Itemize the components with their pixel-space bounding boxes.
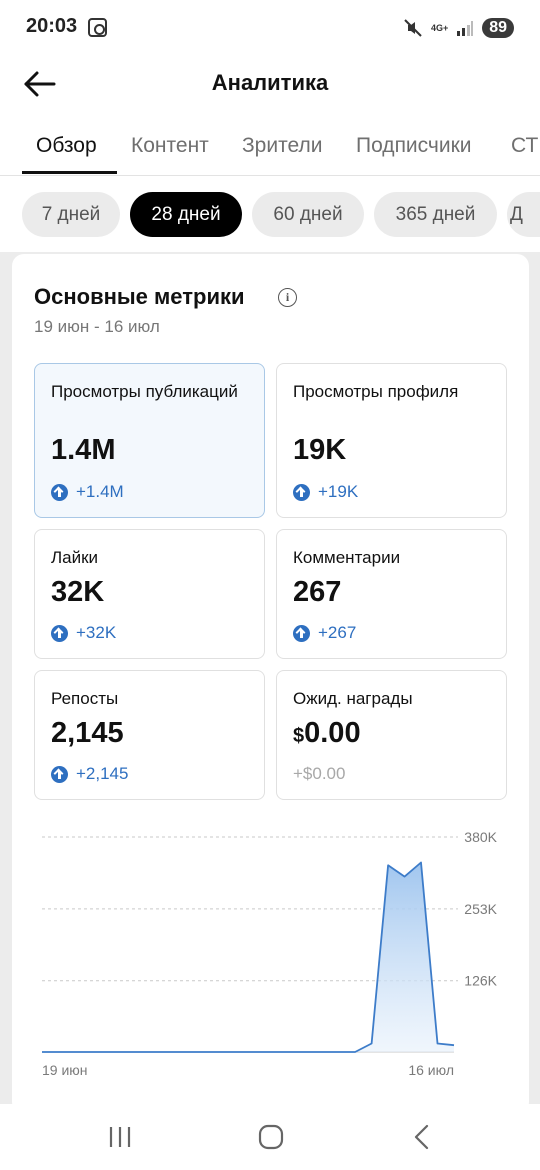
metric-value: 1.4M bbox=[51, 434, 116, 466]
tab-more[interactable]: СТ bbox=[511, 134, 538, 158]
battery-indicator: 89 bbox=[482, 18, 514, 38]
y-tick-label: 253K bbox=[464, 901, 497, 917]
metric-profile-views[interactable]: Просмотры профиля 19K +19K bbox=[276, 363, 507, 518]
recent-apps-icon[interactable] bbox=[105, 1124, 135, 1150]
key-metrics-card: Основные метрики i 19 июн - 16 июл Просм… bbox=[12, 254, 529, 1114]
arrow-up-icon bbox=[51, 765, 68, 783]
arrow-up-icon bbox=[51, 483, 68, 501]
metric-delta-value: +19K bbox=[318, 482, 359, 501]
screenshot-icon bbox=[88, 18, 107, 37]
metric-delta-value: +267 bbox=[318, 623, 357, 642]
home-icon[interactable] bbox=[256, 1124, 286, 1150]
range-chip-28-days[interactable]: 28 дней bbox=[130, 192, 242, 237]
metric-delta: +1.4M bbox=[51, 482, 124, 502]
metric-label: Лайки bbox=[51, 548, 99, 567]
tab-overview[interactable]: Обзор bbox=[36, 134, 97, 158]
date-range-label: 19 июн - 16 июл bbox=[34, 317, 160, 336]
metric-label: Просмотры публикаций bbox=[51, 382, 238, 401]
mute-icon bbox=[404, 19, 422, 37]
metric-delta: +267 bbox=[293, 623, 356, 643]
metric-expected-rewards[interactable]: Ожид. награды $0.00 +$0.00 bbox=[276, 670, 507, 800]
metric-value: 267 bbox=[293, 576, 342, 608]
tab-viewers[interactable]: Зрители bbox=[242, 134, 322, 158]
y-tick-label: 380K bbox=[464, 829, 497, 845]
range-chip-365-days[interactable]: 365 дней bbox=[374, 192, 497, 237]
metric-likes[interactable]: Лайки 32K +32K bbox=[34, 529, 265, 659]
x-tick-label-end: 16 июл bbox=[408, 1062, 454, 1078]
metric-delta-value: +32K bbox=[76, 623, 117, 642]
network-type-icon: 4G+ bbox=[430, 22, 449, 33]
page-title: Аналитика bbox=[211, 70, 329, 95]
date-range-selector: 7 дней 28 дней 60 дней 365 дней Д bbox=[0, 176, 540, 252]
section-title: Основные метрики bbox=[34, 284, 245, 309]
metric-value: $0.00 bbox=[293, 717, 361, 750]
metric-delta: +19K bbox=[293, 482, 358, 502]
tab-content[interactable]: Контент bbox=[131, 134, 209, 158]
range-chip-7-days[interactable]: 7 дней bbox=[22, 192, 120, 237]
status-icons: 4G+ 89 bbox=[403, 16, 514, 40]
signal-icon bbox=[457, 21, 474, 36]
views-chart: 126K 253K 380K 19 июн 16 июл bbox=[12, 824, 529, 1094]
metric-delta: +32K bbox=[51, 623, 116, 643]
arrow-up-icon bbox=[51, 624, 68, 642]
metric-label: Ожид. награды bbox=[293, 689, 413, 708]
x-tick-label-start: 19 июн bbox=[42, 1062, 88, 1078]
currency-symbol: $ bbox=[293, 725, 305, 747]
metric-reposts[interactable]: Репосты 2,145 +2,145 bbox=[34, 670, 265, 800]
metric-post-views[interactable]: Просмотры публикаций 1.4M +1.4M bbox=[34, 363, 265, 518]
metric-label: Комментарии bbox=[293, 548, 401, 567]
metric-delta-value: +2,145 bbox=[76, 764, 129, 783]
series-area bbox=[42, 862, 454, 1052]
arrow-up-icon bbox=[293, 483, 310, 501]
views-chart-svg: 126K 253K 380K 19 июн 16 июл bbox=[42, 829, 498, 1078]
metric-label: Просмотры профиля bbox=[293, 382, 459, 401]
metric-delta-value: +1.4M bbox=[76, 482, 124, 501]
metric-delta: +2,145 bbox=[51, 764, 128, 784]
metric-label: Репосты bbox=[51, 689, 119, 708]
metric-value: 32K bbox=[51, 576, 105, 608]
y-tick-label: 126K bbox=[464, 973, 497, 989]
active-tab-indicator bbox=[22, 171, 117, 174]
range-chip-custom[interactable]: Д bbox=[507, 192, 540, 237]
range-chip-60-days[interactable]: 60 дней bbox=[252, 192, 364, 237]
status-bar: 20:03 4G+ 89 bbox=[0, 0, 540, 56]
metric-value: 19K bbox=[293, 434, 347, 466]
metric-delta: +$0.00 bbox=[293, 764, 345, 784]
analytics-tabs: Обзор Контент Зрители Подписчики СТ bbox=[0, 116, 540, 176]
metric-value: 2,145 bbox=[51, 717, 124, 749]
system-nav-bar bbox=[0, 1104, 540, 1170]
status-time: 20:03 bbox=[26, 15, 78, 37]
back-nav-icon[interactable] bbox=[407, 1124, 437, 1150]
metric-comments[interactable]: Комментарии 267 +267 bbox=[276, 529, 507, 659]
metric-value-number: 0.00 bbox=[304, 717, 361, 749]
app-bar: Аналитика bbox=[0, 56, 540, 116]
metric-delta-value: +$0.00 bbox=[293, 764, 346, 783]
info-icon[interactable]: i bbox=[278, 288, 297, 307]
tab-followers[interactable]: Подписчики bbox=[356, 134, 472, 158]
arrow-up-icon bbox=[293, 624, 310, 642]
